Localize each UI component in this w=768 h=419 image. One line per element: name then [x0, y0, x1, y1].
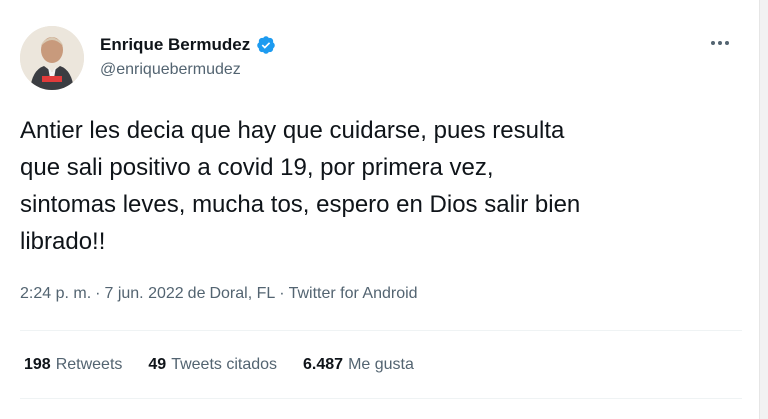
more-dot-icon — [725, 41, 729, 45]
person-avatar-icon — [20, 26, 84, 90]
more-options-button[interactable] — [702, 28, 738, 58]
tweet-time-link[interactable]: 2:24 p. m. — [20, 285, 91, 303]
tweet-location-link[interactable]: Doral, FL — [209, 285, 275, 303]
quotes-count: 49 — [148, 356, 167, 373]
user-handle[interactable]: @enriquebermudez — [100, 61, 276, 79]
name-row: Enrique Bermudez — [100, 34, 276, 56]
retweets-count: 198 — [24, 356, 51, 373]
user-info: Enrique Bermudez @enriquebermudez — [100, 34, 276, 79]
likes-label: Me gusta — [348, 356, 414, 373]
quotes-stat[interactable]: 49 Tweets citados — [148, 356, 277, 374]
display-name[interactable]: Enrique Bermudez — [100, 35, 250, 55]
likes-stat[interactable]: 6.487 Me gusta — [303, 356, 414, 374]
retweets-label: Retweets — [55, 356, 123, 373]
tweet-header: Enrique Bermudez @enriquebermudez — [20, 26, 742, 90]
verified-badge-icon — [257, 36, 275, 54]
window-edge — [759, 0, 768, 419]
meta-from-label: de — [187, 285, 206, 302]
tweet-card: Enrique Bermudez @enriquebermudez Antier… — [0, 0, 768, 419]
more-dot-icon — [711, 41, 715, 45]
retweets-stat[interactable]: 198 Retweets — [24, 356, 122, 374]
divider — [20, 398, 742, 399]
tweet-meta: 2:24 p. m. · 7 jun. 2022 de Doral, FL · … — [20, 285, 418, 303]
tweet-stats: 198 Retweets 49 Tweets citados 6.487 Me … — [24, 356, 414, 374]
more-dot-icon — [718, 41, 722, 45]
tweet-source-link[interactable]: Twitter for Android — [289, 285, 418, 303]
meta-separator: · — [279, 285, 285, 302]
likes-count: 6.487 — [303, 356, 344, 373]
tweet-date-link[interactable]: 7 jun. 2022 — [104, 285, 183, 303]
quotes-label: Tweets citados — [171, 356, 278, 373]
divider — [20, 330, 742, 331]
meta-separator: · — [95, 285, 101, 302]
tweet-text: Antier les decia que hay que cuidarse, p… — [20, 117, 581, 255]
avatar[interactable] — [20, 26, 84, 90]
